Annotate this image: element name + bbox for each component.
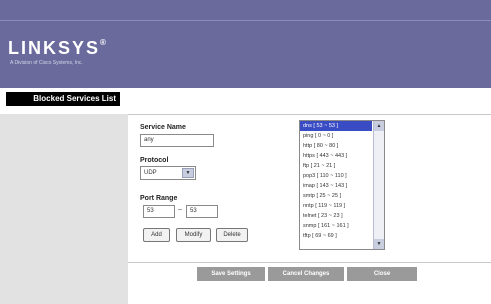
sidebar xyxy=(0,114,128,304)
service-list-item[interactable]: tftp [ 69 ~ 69 ] xyxy=(300,231,372,241)
close-button[interactable]: Close xyxy=(347,267,417,281)
port-to-input[interactable]: 53 xyxy=(186,205,218,218)
footer-divider xyxy=(128,262,491,263)
service-list-item[interactable]: smtp [ 25 ~ 25 ] xyxy=(300,191,372,201)
service-list-item[interactable]: telnet [ 23 ~ 23 ] xyxy=(300,211,372,221)
modify-button[interactable]: Modify xyxy=(176,228,211,242)
services-scrollbar[interactable]: ▲ ▼ xyxy=(373,121,384,249)
sidebar-title: Blocked Services List xyxy=(6,92,120,106)
services-list: dns [ 53 ~ 53 ] ping [ 0 ~ 0 ] http [ 80 ~… xyxy=(300,121,384,241)
protocol-select[interactable]: UDP ▼ xyxy=(140,166,196,180)
service-list-item[interactable]: https [ 443 ~ 443 ] xyxy=(300,151,372,161)
services-listbox[interactable]: dns [ 53 ~ 53 ] ping [ 0 ~ 0 ] http [ 80 ~… xyxy=(299,120,385,250)
port-range-separator: ~ xyxy=(178,207,183,214)
service-list-item[interactable]: ftp [ 21 ~ 21 ] xyxy=(300,161,372,171)
service-list-item[interactable]: imap [ 143 ~ 143 ] xyxy=(300,181,372,191)
service-list-item[interactable]: snmp [ 161 ~ 161 ] xyxy=(300,221,372,231)
service-list-item[interactable]: dns [ 53 ~ 53 ] xyxy=(300,121,372,131)
header-divider xyxy=(0,20,491,21)
brand-tagline: A Division of Cisco Systems, Inc. xyxy=(10,60,83,66)
service-list-item[interactable]: pop3 [ 110 ~ 110 ] xyxy=(300,171,372,181)
content-header-area xyxy=(128,88,491,114)
service-name-label: Service Name xyxy=(140,124,186,131)
protocol-value: UDP xyxy=(144,170,157,176)
linksys-logo: LINKSYS® xyxy=(8,38,106,58)
save-settings-button[interactable]: Save Settings xyxy=(197,267,265,281)
service-list-item[interactable]: ping [ 0 ~ 0 ] xyxy=(300,131,372,141)
service-list-item[interactable]: http [ 80 ~ 80 ] xyxy=(300,141,372,151)
chevron-down-icon: ▼ xyxy=(182,168,194,178)
delete-button[interactable]: Delete xyxy=(216,228,248,242)
protocol-label: Protocol xyxy=(140,157,169,164)
service-list-item[interactable]: nntp [ 119 ~ 119 ] xyxy=(300,201,372,211)
add-button[interactable]: Add xyxy=(143,228,170,242)
content-divider xyxy=(128,114,491,115)
port-from-input[interactable]: 53 xyxy=(143,205,175,218)
cancel-changes-button[interactable]: Cancel Changes xyxy=(268,267,344,281)
port-range-label: Port Range xyxy=(140,195,178,202)
service-name-input[interactable]: any xyxy=(140,134,214,147)
scroll-down-icon[interactable]: ▼ xyxy=(374,239,384,249)
scroll-up-icon[interactable]: ▲ xyxy=(374,121,384,131)
